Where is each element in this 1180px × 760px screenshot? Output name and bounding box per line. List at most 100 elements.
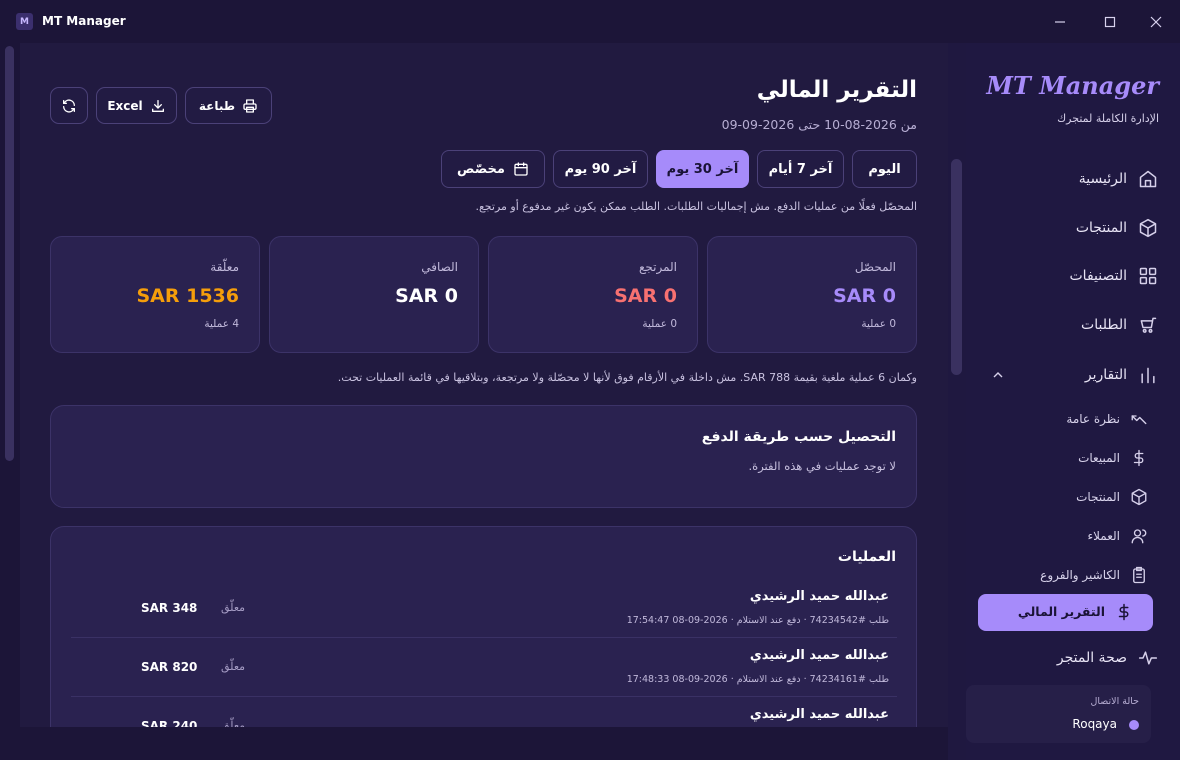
- sidebar-item-reports[interactable]: التقارير: [966, 363, 1180, 387]
- transactions-title: العمليات: [837, 549, 896, 565]
- sidebar-item-label: التقرير المالي: [1017, 604, 1105, 619]
- stat-value: 0 SAR: [614, 285, 677, 307]
- print-button[interactable]: طباعة: [185, 87, 272, 124]
- payment-methods-card: التحصيل حسب طريقة الدفع لا توجد عمليات ف…: [50, 405, 917, 508]
- stat-count: 4 عملية: [204, 318, 239, 330]
- cart-icon: [1140, 317, 1157, 333]
- brand-subtitle: الإدارة الكاملة لمتجرك: [1057, 112, 1159, 125]
- stat-count: 0 عملية: [642, 318, 677, 330]
- content-scrollbar[interactable]: [948, 43, 966, 760]
- transactions-card: العمليات عبدالله حميد الرشيدي طلب #74234…: [50, 526, 917, 727]
- sidebar-subitem-cashier[interactable]: الكاشير والفروع: [966, 564, 1180, 586]
- period-today-button[interactable]: اليوم: [852, 150, 917, 188]
- sidebar-item-label: الكاشير والفروع: [1040, 568, 1120, 582]
- period-hint: المحصّل فعلًا من عمليات الدفع. مش إجمالي…: [475, 200, 917, 213]
- printer-icon: [243, 98, 257, 113]
- sidebar-item-categories[interactable]: التصنيفات: [966, 264, 1180, 288]
- connection-status: حالة الاتصال Roqaya: [966, 685, 1151, 743]
- stat-value: 1536 SAR: [136, 285, 239, 307]
- sidebar-item-label: المنتجات: [1075, 220, 1127, 236]
- brand-logo: MT Manager: [986, 71, 1159, 100]
- home-icon: [1139, 170, 1157, 188]
- refresh-icon: [63, 98, 75, 113]
- box-icon: [1139, 218, 1157, 238]
- stat-card-collected: المحصّل 0 SAR 0 عملية: [707, 236, 917, 353]
- excel-export-button[interactable]: Excel: [96, 87, 177, 124]
- customer-name: عبدالله حميد الرشيدي: [749, 589, 889, 604]
- box-icon: [1131, 488, 1147, 506]
- minimize-button[interactable]: [1048, 10, 1072, 34]
- close-icon: [1150, 16, 1162, 28]
- sidebar-item-label: التقارير: [1084, 367, 1127, 383]
- transaction-meta: طلب #74234161 · دفع عند الاستلام · 2026-…: [626, 674, 889, 685]
- sidebar-item-label: نظرة عامة: [1066, 412, 1120, 426]
- stat-label: الصافي: [421, 260, 458, 274]
- sidebar-item-home[interactable]: الرئيسية: [966, 167, 1180, 191]
- chevron-up-icon[interactable]: [992, 369, 1004, 381]
- sidebar-item-label: صحة المتجر: [1056, 650, 1127, 666]
- sidebar-subitem-financial-report[interactable]: التقرير المالي: [978, 594, 1153, 631]
- connection-label: حالة الاتصال: [1090, 696, 1139, 707]
- period-30-days-button[interactable]: آخر 30 يوم: [656, 150, 749, 188]
- sidebar-item-orders[interactable]: الطلبات: [966, 313, 1180, 337]
- stat-card-refunded: المرتجع 0 SAR 0 عملية: [488, 236, 698, 353]
- trend-icon: [1131, 415, 1147, 425]
- stat-value: 0 SAR: [395, 285, 458, 307]
- period-7-days-label: آخر 7 أيام: [768, 161, 833, 177]
- main-content: التقرير المالي من 2026-08-10 حتى 2026-09…: [20, 43, 948, 727]
- sidebar-item-products[interactable]: المنتجات: [966, 216, 1180, 240]
- stat-value: 0 SAR: [833, 285, 896, 307]
- outer-scrollbar-thumb[interactable]: [5, 46, 14, 461]
- transaction-meta: طلب #74234542 · دفع عند الاستلام · 2026-…: [626, 615, 889, 626]
- refresh-button[interactable]: [50, 87, 88, 124]
- maximize-icon: [1104, 16, 1116, 28]
- stat-label: المحصّل: [854, 260, 896, 274]
- sidebar-subitem-overview[interactable]: نظرة عامة: [966, 408, 1180, 430]
- period-90-days-button[interactable]: آخر 90 يوم: [553, 150, 648, 188]
- payment-methods-title: التحصيل حسب طريقة الدفع: [701, 429, 896, 445]
- sidebar-item-label: المبيعات: [1078, 451, 1120, 465]
- calendar-icon: [514, 162, 528, 176]
- table-row[interactable]: عبدالله حميد الرشيدي طلب #74234542 · دفع…: [71, 579, 897, 638]
- sidebar: MT Manager الإدارة الكاملة لمتجرك الرئيس…: [966, 43, 1180, 760]
- sidebar-subitem-products[interactable]: المنتجات: [966, 486, 1180, 508]
- dollar-icon: [1118, 603, 1129, 621]
- transaction-amount: 820 SAR: [141, 660, 198, 674]
- stat-label: معلّقة: [210, 260, 239, 274]
- stat-card-net: الصافي 0 SAR: [269, 236, 479, 353]
- payment-methods-empty: لا توجد عمليات في هذه الفترة.: [748, 459, 896, 473]
- period-7-days-button[interactable]: آخر 7 أيام: [757, 150, 844, 188]
- sidebar-item-label: المنتجات: [1076, 490, 1120, 504]
- maximize-button[interactable]: [1098, 10, 1122, 34]
- bar-chart-icon: [1141, 367, 1155, 384]
- sidebar-item-store-health[interactable]: صحة المتجر: [966, 646, 1180, 670]
- customer-name: عبدالله حميد الرشيدي: [749, 707, 889, 722]
- status-badge: معلّق: [221, 660, 246, 673]
- table-row[interactable]: عبدالله حميد الرشيدي طلب #74234161 · دفع…: [71, 638, 897, 697]
- app-title: MT Manager: [42, 14, 126, 28]
- status-badge: معلّق: [221, 601, 246, 614]
- page-title: التقرير المالي: [756, 77, 917, 103]
- print-label: طباعة: [198, 98, 236, 113]
- table-row[interactable]: عبدالله حميد الرشيدي معلّق 240 SAR: [71, 697, 897, 727]
- connected-user: Roqaya: [1072, 717, 1117, 731]
- minimize-icon: [1055, 21, 1065, 23]
- stat-label: المرتجع: [638, 260, 677, 274]
- pulse-icon: [1138, 651, 1158, 665]
- download-icon: [151, 99, 164, 112]
- transaction-amount: 240 SAR: [141, 719, 198, 727]
- transaction-amount: 348 SAR: [141, 601, 198, 615]
- customer-name: عبدالله حميد الرشيدي: [749, 648, 889, 663]
- users-icon: [1131, 529, 1147, 544]
- period-custom-button[interactable]: مخصّص: [441, 150, 545, 188]
- excel-label: Excel: [107, 98, 143, 113]
- outer-scrollbar[interactable]: [0, 43, 20, 760]
- stat-card-pending: معلّقة 1536 SAR 4 عملية: [50, 236, 260, 353]
- sidebar-subitem-sales[interactable]: المبيعات: [966, 447, 1180, 469]
- grid-icon: [1139, 267, 1157, 285]
- content-scrollbar-thumb[interactable]: [951, 159, 962, 375]
- sidebar-item-label: الرئيسية: [1078, 171, 1127, 187]
- period-30-days-label: آخر 30 يوم: [666, 161, 739, 177]
- sidebar-subitem-customers[interactable]: العملاء: [966, 525, 1180, 547]
- close-button[interactable]: [1144, 10, 1168, 34]
